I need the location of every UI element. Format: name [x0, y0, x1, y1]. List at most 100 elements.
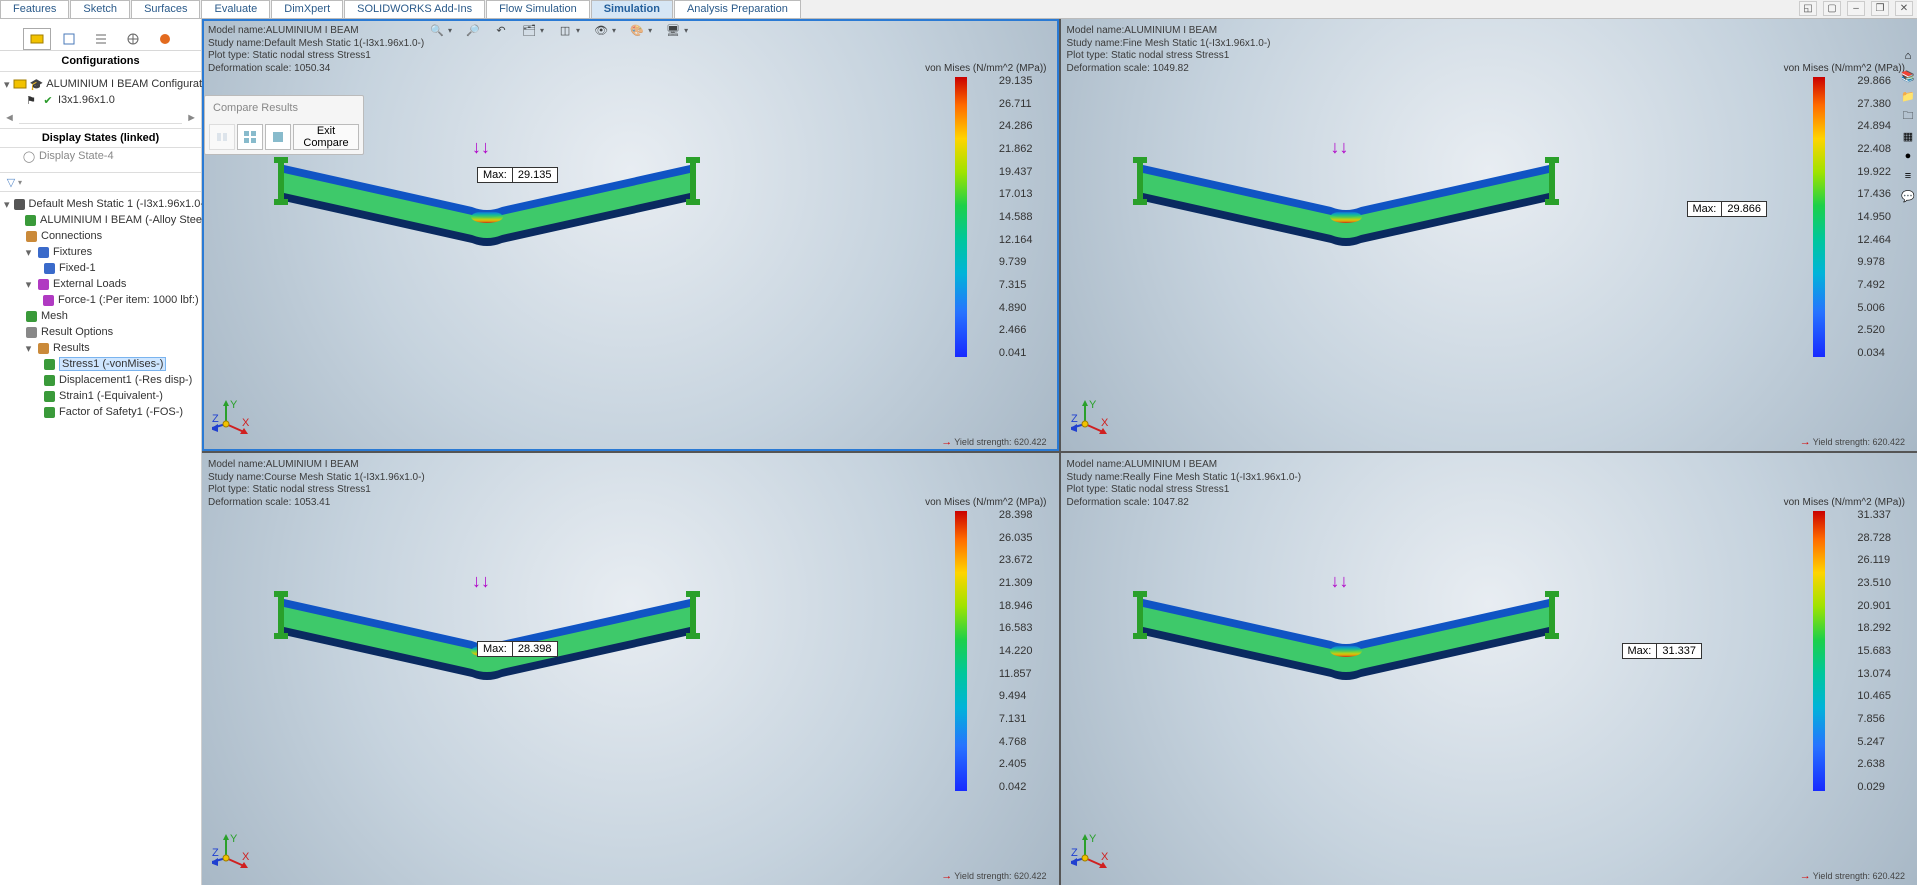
tree-item[interactable]: ALUMINIUM I BEAM (-Alloy Steel-) [2, 212, 199, 228]
tree-item[interactable]: ▾Results [2, 340, 199, 356]
configurations-header: Configurations [0, 51, 201, 72]
tile-horiz-button[interactable] [237, 124, 263, 150]
appearance-icon[interactable]: 🎨 [630, 23, 644, 37]
viewport-2[interactable]: Model name:ALUMINIUM I BEAMStudy name:Fi… [1061, 19, 1917, 451]
triad-icon[interactable]: YXZ [212, 832, 252, 875]
force-icon [42, 293, 55, 307]
link-icon [24, 229, 38, 243]
tab-features[interactable]: Features [0, 0, 69, 18]
filter-dropdown-icon[interactable]: ▾ [18, 178, 22, 187]
svg-text:Y: Y [1089, 833, 1097, 845]
tree-item[interactable]: ▾Default Mesh Static 1 (-I3x1.96x1.0-) [2, 196, 199, 212]
tab-dimxpert[interactable]: DimXpert [271, 0, 343, 18]
viewport-info: Model name:ALUMINIUM I BEAMStudy name:Re… [1067, 459, 1302, 509]
forum-icon[interactable]: 💬 [1900, 189, 1916, 203]
config-root-icon [13, 77, 27, 91]
config-child[interactable]: ⚑ ✔ I3x1.96x1.0 [2, 92, 199, 108]
svg-text:Y: Y [230, 833, 238, 845]
viewport-info: Model name:ALUMINIUM I BEAMStudy name:Co… [208, 459, 425, 509]
max-callout: Max:29.135 [477, 167, 558, 183]
svg-text:Y: Y [1089, 399, 1097, 411]
task-pane-toolbar: ⌂ 📚 📁 🗀 ▦ ● ≡ 💬 [1898, 49, 1917, 203]
sync-views-button[interactable] [209, 124, 235, 150]
tree-label: Connections [41, 230, 102, 242]
caret-icon[interactable]: ▾ [24, 246, 33, 259]
tab-sketch[interactable]: Sketch [70, 0, 130, 18]
prev-view-icon[interactable]: ↶ [494, 23, 508, 37]
viewport-1[interactable]: Model name:ALUMINIUM I BEAMStudy name:De… [202, 19, 1059, 451]
tab-analysis-preparation[interactable]: Analysis Preparation [674, 0, 801, 18]
tree-label: Factor of Safety1 (-FOS-) [59, 406, 183, 418]
exit-compare-button[interactable]: Exit Compare [293, 124, 359, 150]
flag-icon: ⚑ [24, 93, 38, 107]
command-manager-tabs: FeaturesSketchSurfacesEvaluateDimXpertSO… [0, 0, 1917, 19]
yield-label: →Yield strength: 620.422 [941, 436, 1046, 448]
section-icon[interactable]: 🗂 [522, 23, 536, 37]
triad-icon[interactable]: YXZ [1071, 398, 1111, 441]
color-bar [1813, 511, 1825, 791]
single-view-button[interactable] [265, 124, 291, 150]
tree-item[interactable]: Factor of Safety1 (-FOS-) [2, 404, 199, 420]
model-render [272, 139, 702, 282]
viewport-4[interactable]: Model name:ALUMINIUM I BEAMStudy name:Re… [1061, 453, 1917, 885]
tab-surfaces[interactable]: Surfaces [131, 0, 200, 18]
caret-icon[interactable]: ▾ [24, 342, 33, 355]
feature-manager-panel: Configurations ▾ 🎓 ALUMINIUM I BEAM Conf… [0, 19, 202, 885]
close-icon[interactable]: ✕ [1895, 1, 1913, 16]
legend-labels: 28.39826.03523.67221.30918.94616.58314.2… [999, 509, 1033, 793]
maximize-icon[interactable]: ▢ [1823, 1, 1841, 16]
tree-label: ALUMINIUM I BEAM (-Alloy Steel-) [40, 214, 212, 226]
config-root[interactable]: ▾ 🎓 ALUMINIUM I BEAM Configuratio [2, 76, 199, 92]
tree-item[interactable]: Result Options [2, 324, 199, 340]
zoom-fit-icon[interactable]: 🔍 [430, 23, 444, 37]
root-icon [13, 197, 26, 211]
hide-show-icon[interactable]: 👁 [594, 23, 608, 37]
tab-evaluate[interactable]: Evaluate [201, 0, 270, 18]
scene-icon[interactable]: 🖥 [666, 23, 680, 37]
resources-icon[interactable]: 📚 [1900, 69, 1916, 83]
tree-item[interactable]: ▾Fixtures [2, 244, 199, 260]
appearances-icon[interactable]: ● [1900, 149, 1916, 163]
legend-title: von Mises (N/mm^2 (MPa)) [925, 63, 1046, 74]
caret-icon[interactable]: ▾ [4, 78, 10, 91]
restore-down-icon[interactable]: ◱ [1799, 1, 1817, 16]
load-arrow-icon: ↓↓ [472, 571, 490, 592]
tree-item[interactable]: Strain1 (-Equivalent-) [2, 388, 199, 404]
tree-label: Default Mesh Static 1 (-I3x1.96x1.0-) [29, 198, 208, 210]
tree-label: Strain1 (-Equivalent-) [59, 390, 163, 402]
view-palette-icon[interactable]: ▦ [1900, 129, 1916, 143]
legend-labels: 31.33728.72826.11923.51020.90118.29215.6… [1857, 509, 1891, 793]
viewport-3[interactable]: Model name:ALUMINIUM I BEAMStudy name:Co… [202, 453, 1059, 885]
scroll-right-icon[interactable]: ► [186, 112, 197, 124]
tree-item[interactable]: Mesh [2, 308, 199, 324]
tab-solidworks-add-ins[interactable]: SOLIDWORKS Add-Ins [344, 0, 485, 18]
svg-text:X: X [242, 851, 250, 863]
tree-item[interactable]: Fixed-1 [2, 260, 199, 276]
svg-text:Z: Z [1071, 847, 1078, 859]
scroll-left-icon[interactable]: ◄ [4, 112, 15, 124]
design-library-icon[interactable]: 📁 [1900, 89, 1916, 103]
caret-icon[interactable]: ▾ [24, 278, 33, 291]
triad-icon[interactable]: YXZ [1071, 832, 1111, 875]
restore-icon[interactable]: ❐ [1871, 1, 1889, 16]
caret-icon[interactable]: ▾ [4, 198, 10, 211]
zoom-area-icon[interactable]: 🔎 [466, 23, 480, 37]
tree-item[interactable]: Force-1 (:Per item: 1000 lbf:) [2, 292, 199, 308]
display-state-item[interactable]: ◯ Display State-4 [0, 148, 201, 164]
display-style-icon[interactable]: ◫ [558, 23, 572, 37]
home-icon[interactable]: ⌂ [1900, 49, 1916, 63]
custom-props-icon[interactable]: ≡ [1900, 169, 1916, 183]
filter-icon[interactable]: ▽ [4, 175, 18, 189]
file-explorer-icon[interactable]: 🗀 [1900, 109, 1916, 123]
tree-item[interactable]: Stress1 (-vonMises-) [2, 356, 199, 372]
minimize-icon[interactable]: – [1847, 1, 1865, 16]
load-arrow-icon: ↓↓ [1331, 137, 1349, 158]
tree-item[interactable]: Displacement1 (-Res disp-) [2, 372, 199, 388]
tree-label: Force-1 (:Per item: 1000 lbf:) [58, 294, 199, 306]
tree-item[interactable]: Connections [2, 228, 199, 244]
tab-flow-simulation[interactable]: Flow Simulation [486, 0, 590, 18]
color-bar [955, 511, 967, 791]
tab-simulation[interactable]: Simulation [591, 0, 673, 18]
triad-icon[interactable]: YXZ [212, 398, 252, 441]
tree-item[interactable]: ▾External Loads [2, 276, 199, 292]
